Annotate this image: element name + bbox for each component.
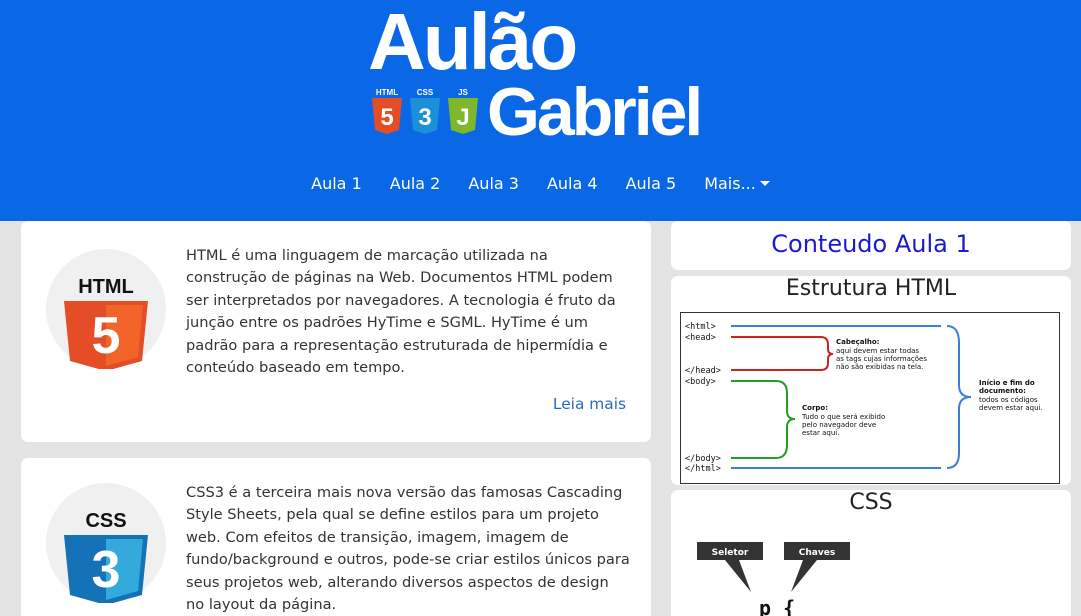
content-title[interactable]: Conteudo Aula 1 <box>671 221 1071 258</box>
svg-text:<head>: <head> <box>685 333 716 343</box>
svg-text:3: 3 <box>418 104 431 131</box>
nav-item-aula-2[interactable]: Aula 2 <box>390 174 441 193</box>
content-title-box: Conteudo Aula 1 <box>671 221 1071 270</box>
svg-text:Seletor: Seletor <box>712 548 749 558</box>
site-header: Aulão HTML 5 CSS 3 JS J Gabriel Aula 1 A… <box>0 0 1081 221</box>
css-box: CSS Seletor Chaves p { <box>671 490 1071 616</box>
css3-card: CSS 3 CSS3 é a terceira mais nova versão… <box>21 458 651 616</box>
svg-text:devem estar aqui.: devem estar aqui. <box>979 404 1043 412</box>
svg-text:J: J <box>456 104 469 131</box>
svg-text:Chaves: Chaves <box>799 548 835 558</box>
svg-text:documento:: documento: <box>979 387 1026 395</box>
html-structure-title: Estrutura HTML <box>785 276 957 301</box>
main-nav: Aula 1 Aula 2 Aula 3 Aula 4 Aula 5 Mais.… <box>0 174 1081 198</box>
nav-dropdown-more[interactable]: Mais... <box>704 174 770 193</box>
svg-text:Início e fim do: Início e fim do <box>979 379 1035 387</box>
html-structure-diagram: <html> <head> </head> <body> </body> </h… <box>680 312 1060 484</box>
caret-down-icon <box>759 181 770 186</box>
nav-item-aula-4[interactable]: Aula 4 <box>547 174 598 193</box>
svg-text:HTML: HTML <box>78 276 134 298</box>
css-title: CSS <box>849 490 893 515</box>
svg-text:</body>: </body> <box>685 454 721 464</box>
logo-title-line2: Gabriel <box>487 74 703 150</box>
svg-text:estar aqui.: estar aqui. <box>802 429 839 437</box>
svg-text:5: 5 <box>92 307 121 365</box>
svg-text:CSS: CSS <box>85 510 126 532</box>
js-badge-icon: JS J <box>446 88 480 136</box>
svg-text:5: 5 <box>380 104 393 131</box>
svg-text:<body>: <body> <box>685 377 716 387</box>
svg-text:todos os códigos: todos os códigos <box>979 396 1038 404</box>
logo-title-line1: Aulão <box>368 0 578 86</box>
nav-item-aula-3[interactable]: Aula 3 <box>468 174 519 193</box>
svg-text:<html>: <html> <box>685 322 716 332</box>
nav-more-label: Mais... <box>704 174 756 193</box>
css3-badge-icon: CSS 3 <box>408 88 442 136</box>
svg-text:Tudo o que será exibido: Tudo o que será exibido <box>801 413 885 421</box>
nav-item-aula-1[interactable]: Aula 1 <box>311 174 362 193</box>
svg-text:não são exibidas na tela.: não são exibidas na tela. <box>836 363 923 371</box>
css3-icon: CSS 3 <box>46 483 166 605</box>
svg-text:Cabeçalho:: Cabeçalho: <box>836 338 880 346</box>
css3-description: CSS3 é a terceira mais nova versão das f… <box>186 484 630 614</box>
read-more-link[interactable]: Leia mais <box>553 395 626 413</box>
svg-text:aqui devem estar todas: aqui devem estar todas <box>836 347 919 355</box>
svg-text:</html>: </html> <box>685 464 721 474</box>
html5-badge-icon: HTML 5 <box>370 88 404 136</box>
html-card: HTML 5 HTML é uma linguagem de marcação … <box>21 221 651 442</box>
nav-item-aula-5[interactable]: Aula 5 <box>626 174 677 193</box>
html-structure-box: Estrutura HTML <html> <head> </head> <bo… <box>671 276 1071 485</box>
css-syntax-diagram: Seletor Chaves p { <box>697 542 850 616</box>
svg-text:3: 3 <box>92 541 121 599</box>
html5-icon: HTML 5 <box>46 249 166 371</box>
html-description: HTML é uma linguagem de marcação utiliza… <box>186 247 616 377</box>
svg-text:p {: p { <box>759 596 795 616</box>
site-logo[interactable]: Aulão HTML 5 CSS 3 JS J Gabriel <box>365 2 735 147</box>
svg-text:</head>: </head> <box>685 366 721 376</box>
svg-text:Corpo:: Corpo: <box>802 404 828 412</box>
svg-text:as tags cujas informações: as tags cujas informações <box>836 355 927 363</box>
svg-text:pelo navegador deve: pelo navegador deve <box>802 421 876 429</box>
